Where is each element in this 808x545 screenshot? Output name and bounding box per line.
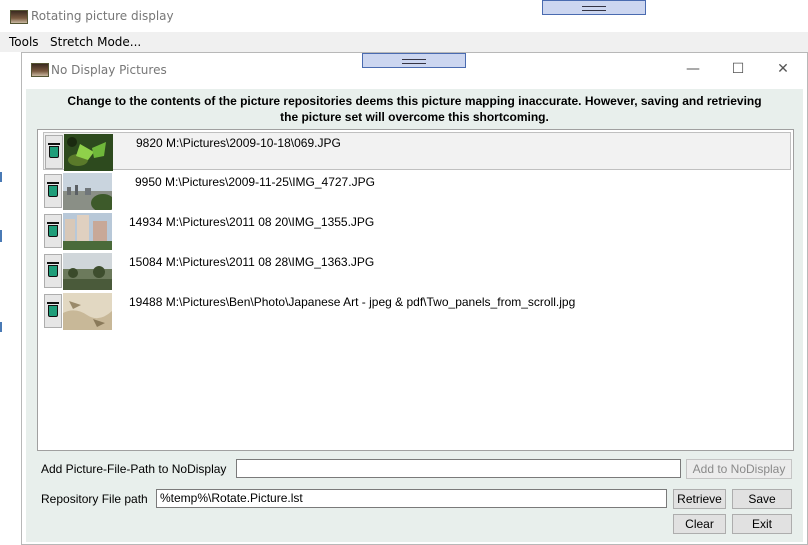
picture-list[interactable]: 9820 M:\Pictures\2009-10-18\069.JPG 9950… bbox=[37, 129, 794, 451]
menu-tools[interactable]: Tools bbox=[9, 35, 39, 49]
repository-path-input[interactable]: %temp%\Rotate.Picture.lst bbox=[156, 489, 667, 508]
parent-window-title: Rotating picture display bbox=[31, 9, 174, 23]
edge-mark bbox=[0, 230, 2, 242]
app-photo-icon bbox=[10, 10, 28, 24]
delete-entry-button[interactable] bbox=[44, 294, 62, 328]
delete-entry-button[interactable] bbox=[44, 174, 62, 208]
close-icon[interactable]: ✕ bbox=[760, 53, 806, 85]
parent-drag-handle[interactable] bbox=[542, 0, 646, 15]
save-button[interactable]: Save bbox=[732, 489, 792, 509]
edge-mark bbox=[0, 172, 2, 182]
menu-stretch-mode[interactable]: Stretch Mode... bbox=[50, 35, 141, 49]
no-display-dialog: No Display Pictures — ☐ ✕ Change to the … bbox=[21, 52, 808, 545]
trash-can-icon bbox=[47, 302, 59, 317]
add-to-nodisplay-button[interactable]: Add to NoDisplay bbox=[686, 459, 792, 479]
menu-bar: Tools Stretch Mode... bbox=[0, 32, 808, 52]
entry-text: 19488 M:\Pictures\Ben\Photo\Japanese Art… bbox=[129, 295, 576, 309]
delete-entry-button[interactable] bbox=[44, 214, 62, 248]
mapping-notice: Change to the contents of the picture re… bbox=[26, 93, 803, 125]
trash-can-icon bbox=[47, 182, 59, 197]
clear-button[interactable]: Clear bbox=[673, 514, 726, 534]
dialog-drag-handle[interactable] bbox=[362, 53, 466, 68]
dialog-title: No Display Pictures bbox=[51, 63, 167, 77]
list-item[interactable]: 14934 M:\Pictures\2011 08 20\IMG_1355.JP… bbox=[43, 212, 791, 250]
maximize-icon[interactable]: ☐ bbox=[715, 53, 761, 85]
retrieve-button[interactable]: Retrieve bbox=[673, 489, 726, 509]
delete-entry-button[interactable] bbox=[44, 254, 62, 288]
add-path-input[interactable] bbox=[236, 459, 681, 478]
trash-can-icon bbox=[47, 222, 59, 237]
minimize-icon[interactable]: — bbox=[670, 53, 716, 85]
notice-line-2: the picture set will overcome this short… bbox=[280, 110, 549, 124]
delete-entry-button[interactable] bbox=[45, 135, 63, 169]
entry-text: 9820 M:\Pictures\2009-10-18\069.JPG bbox=[136, 136, 341, 150]
entry-text: 14934 M:\Pictures\2011 08 20\IMG_1355.JP… bbox=[129, 215, 375, 229]
entry-text: 9950 M:\Pictures\2009-11-25\IMG_4727.JPG bbox=[135, 175, 375, 189]
thumbnail-image bbox=[64, 134, 113, 171]
thumbnail-image bbox=[63, 173, 112, 210]
list-item[interactable]: 9820 M:\Pictures\2009-10-18\069.JPG bbox=[43, 132, 791, 171]
entry-text: 15084 M:\Pictures\2011 08 28\IMG_1363.JP… bbox=[129, 255, 375, 269]
list-item[interactable]: 9950 M:\Pictures\2009-11-25\IMG_4727.JPG bbox=[43, 172, 791, 210]
app-photo-icon bbox=[31, 63, 49, 77]
thumbnail-image bbox=[63, 253, 112, 290]
edge-mark bbox=[0, 322, 2, 332]
notice-line-1: Change to the contents of the picture re… bbox=[67, 94, 762, 108]
trash-can-icon bbox=[47, 262, 59, 277]
parent-title-bar: Rotating picture display bbox=[0, 0, 808, 32]
thumbnail-image bbox=[63, 293, 112, 330]
thumbnail-image bbox=[63, 213, 112, 250]
add-path-label: Add Picture-File-Path to NoDisplay bbox=[41, 462, 227, 476]
list-item[interactable]: 19488 M:\Pictures\Ben\Photo\Japanese Art… bbox=[43, 292, 791, 330]
dialog-content: Change to the contents of the picture re… bbox=[26, 89, 803, 542]
parent-window-edge bbox=[0, 52, 20, 545]
repository-path-label: Repository File path bbox=[41, 492, 148, 506]
trash-can-icon bbox=[48, 143, 60, 158]
exit-button[interactable]: Exit bbox=[732, 514, 792, 534]
list-item[interactable]: 15084 M:\Pictures\2011 08 28\IMG_1363.JP… bbox=[43, 252, 791, 290]
